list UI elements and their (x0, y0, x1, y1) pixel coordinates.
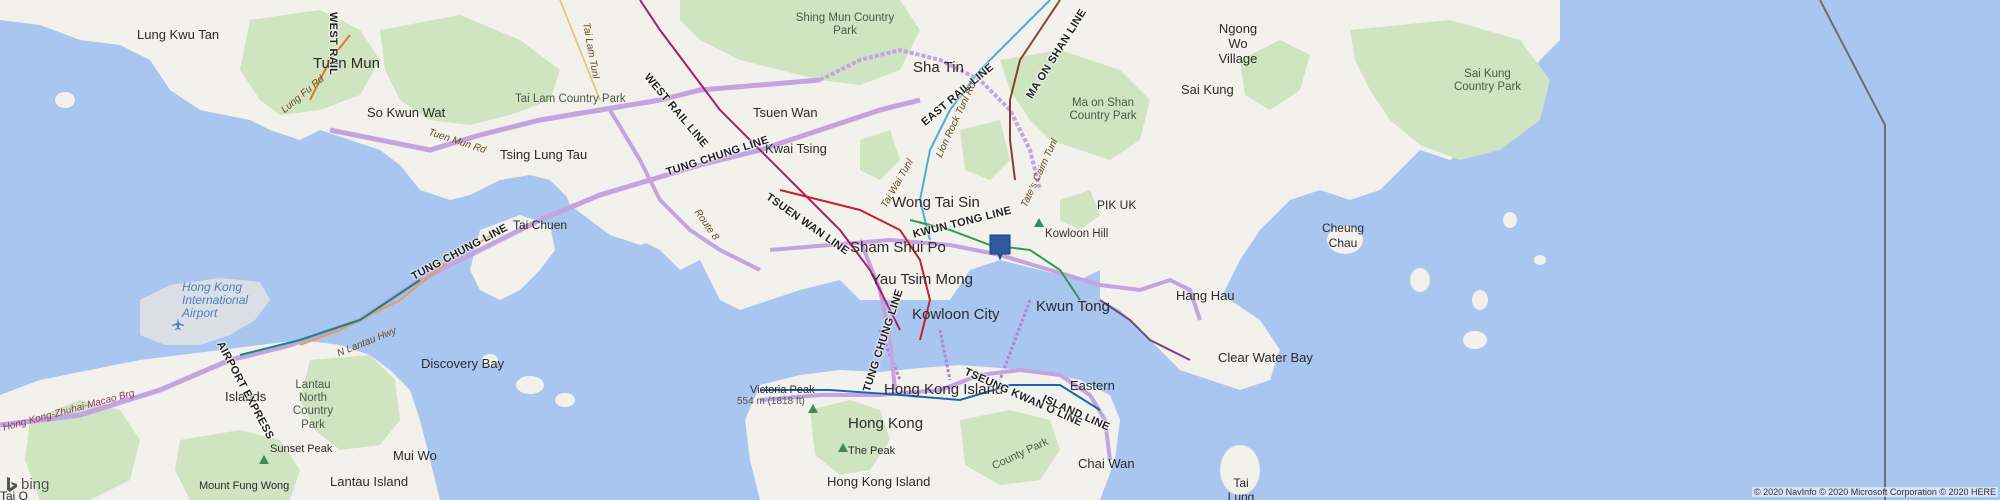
copyright-notice: © 2020 NavInfo © 2020 Microsoft Corporat… (1751, 487, 1998, 497)
bing-label: bing (21, 476, 50, 493)
label-clear-water-bay: Clear Water Bay (1218, 350, 1313, 365)
label-sham-shui-po: Sham Shui Po (850, 239, 946, 256)
label-hong-kong: Hong Kong (848, 415, 924, 432)
bing-b-icon (7, 476, 17, 492)
label-chai-wan: Chai Wan (1078, 456, 1135, 471)
label-kowloon-city: Kowloon City (912, 306, 1000, 323)
park-lantau-north: Lantau North Country Park (292, 379, 334, 431)
label-ngong-wo-village: Ngong Wo Village (1218, 21, 1258, 66)
label-tai-lung: Tai Lung (1227, 476, 1255, 500)
rail-west-rail-top: WEST RAIL (327, 12, 339, 76)
label-hong-kong-island-south: Hong Kong Island (827, 474, 931, 489)
label-pik-uk: PIK UK (1097, 198, 1137, 212)
park-tai-lam: Tai Lam Country Park (515, 93, 626, 105)
bing-logo[interactable]: bing (6, 476, 49, 493)
label-kwun-tong: Kwun Tong (1036, 298, 1110, 315)
label-cheung-chau: Cheung Chau (1321, 221, 1365, 250)
label-mui-wo: Mui Wo (393, 448, 437, 463)
peak-mount-fung-wong: Mount Fung Wong (199, 480, 290, 492)
label-tsing-lung-tau: Tsing Lung Tau (500, 147, 588, 162)
peak-victoria-height: 554 m (1818 ft) (737, 396, 805, 407)
label-tai-chuen: Tai Chuen (513, 218, 568, 232)
peak-victoria: Victoria Peak (750, 384, 815, 396)
airport-plane-icon (172, 318, 184, 330)
peak-triangle-icon (838, 443, 848, 452)
label-kwai-tsing: Kwai Tsing (765, 141, 827, 156)
map-canvas[interactable]: Lung Kwu Tan Tuen Mun So Kwun Wat Tsing … (0, 0, 2000, 500)
label-sai-kung: Sai Kung (1181, 82, 1234, 97)
peak-triangle-icon (259, 455, 269, 464)
label-eastern: Eastern (1070, 378, 1115, 393)
label-lung-kwu-tan: Lung Kwu Tan (137, 27, 220, 42)
park-kowloon-hill: Kowloon Hill (1045, 228, 1109, 240)
label-hang-hau: Hang Hau (1176, 288, 1235, 303)
label-discovery-bay: Discovery Bay (421, 356, 505, 371)
peak-sunset: Sunset Peak (270, 443, 333, 455)
label-tsuen-wan: Tsuen Wan (753, 105, 818, 120)
peak-triangle-icon (808, 404, 818, 413)
label-lantau-island: Lantau Island (330, 474, 409, 489)
peak-triangle-icon (1034, 218, 1044, 227)
park-ma-on-shan: Ma on Shan Country Park (1069, 97, 1137, 123)
label-wong-tai-sin: Wong Tai Sin (892, 194, 980, 211)
park-sai-kung-country: Sai Kung Country Park (1453, 68, 1522, 94)
location-pin-icon[interactable] (989, 234, 1011, 260)
label-airport: Hong Kong International Airport (182, 280, 249, 321)
label-tuen-mun: Tuen Mun (313, 55, 380, 72)
peak-the-peak: The Peak (848, 445, 896, 457)
park-shing-mun: Shing Mun Country Park (795, 12, 895, 38)
label-so-kwun-wat: So Kwun Wat (367, 105, 446, 120)
label-yau-tsim-mong: Yau Tsim Mong (871, 271, 973, 288)
label-sha-tin: Sha Tin (913, 59, 964, 76)
